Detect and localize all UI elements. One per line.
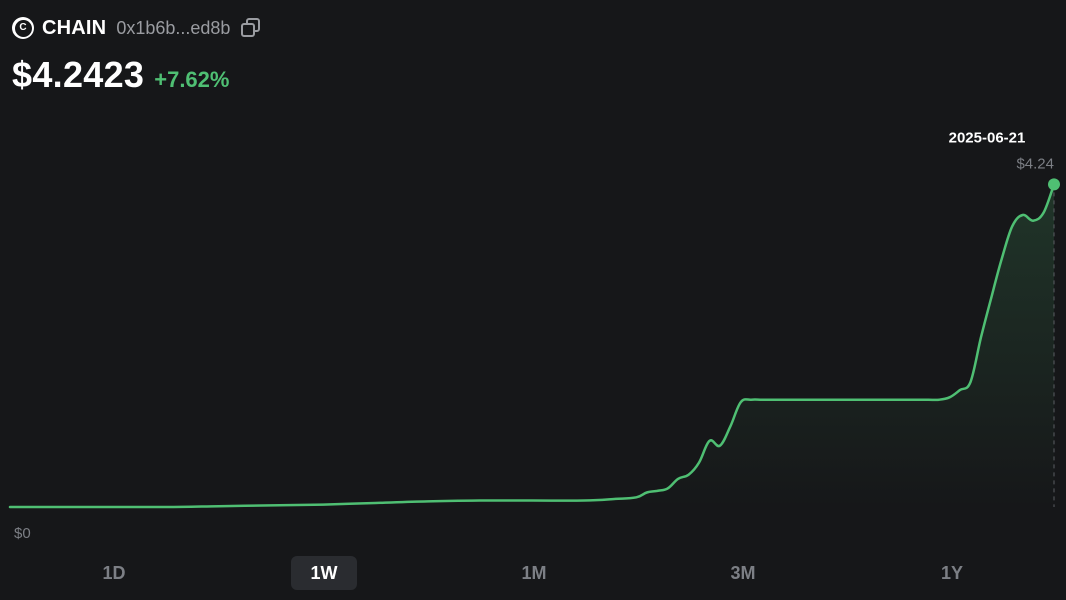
timeframe-selector: 1D 1W 1M 3M 1Y <box>0 556 1066 590</box>
timeframe-1w-button[interactable]: 1W <box>291 556 357 590</box>
hover-value-label: $4.24 <box>1016 155 1054 172</box>
y-axis-min-label: $0 <box>14 525 31 542</box>
hover-date-label: 2025-06-21 <box>949 129 1026 146</box>
timeframe-1d-button[interactable]: 1D <box>81 556 147 590</box>
price-chart[interactable]: 2025-06-21 $4.24 $0 <box>0 0 1066 560</box>
timeframe-1y-button[interactable]: 1Y <box>919 556 985 590</box>
price-area-fill <box>10 184 1054 508</box>
token-price-widget: C CHAIN 0x1b6b...ed8b $4.2423 +7.62% 202… <box>0 0 1066 600</box>
timeframe-3m-button[interactable]: 3M <box>710 556 776 590</box>
timeframe-1m-button[interactable]: 1M <box>501 556 567 590</box>
hover-point <box>1048 178 1060 191</box>
